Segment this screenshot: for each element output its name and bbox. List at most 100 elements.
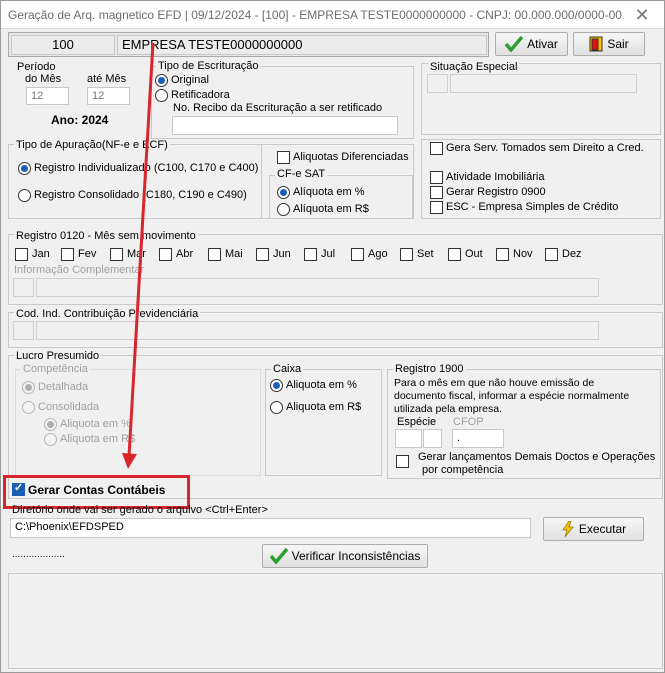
month-checkbox[interactable]	[61, 248, 74, 261]
ano-label: Ano: 2024	[51, 113, 109, 127]
ativar-button[interactable]: Ativar	[495, 32, 568, 56]
gerar-lancamentos-label-1: Gerar lançamentos Demais Doctos e Operaç…	[418, 451, 656, 463]
cfe-percent-radio[interactable]	[277, 186, 290, 199]
exit-door-icon	[589, 36, 603, 52]
company-code-field[interactable]: 100	[11, 35, 115, 55]
month-label: Nov	[513, 248, 533, 260]
detalhada-label: Detalhada	[38, 381, 89, 393]
registro-1900-text-1: Para o mês em que não houve emissão de	[394, 377, 595, 389]
verificar-label: Verificar Inconsistências	[291, 549, 421, 563]
month-label: Fev	[78, 248, 97, 260]
checkmark-icon	[505, 36, 524, 52]
registro-1900-legend: Registro 1900	[393, 363, 466, 375]
retificadora-label: Retificadora	[171, 89, 230, 101]
aliquotas-diferenciadas-label: Aliquotas Diferenciadas	[293, 151, 409, 163]
situacao-code-field[interactable]	[427, 74, 448, 93]
situacao-desc-field[interactable]	[450, 74, 637, 93]
dots-text: ...................	[12, 549, 65, 560]
sair-button[interactable]: Sair	[573, 32, 645, 56]
caixa-reais-radio[interactable]	[270, 401, 283, 414]
month-label: Set	[417, 248, 434, 260]
detalhada-radio[interactable]	[22, 381, 35, 394]
consolidada-radio[interactable]	[22, 401, 35, 414]
lp-reais-radio[interactable]	[44, 433, 57, 446]
company-name-field[interactable]: EMPRESA TESTE0000000000	[117, 35, 487, 55]
competencia-legend: Competência	[21, 363, 90, 375]
lucro-presumido-legend: Lucro Presumido	[14, 350, 102, 362]
especie-input[interactable]	[395, 429, 422, 448]
especie-desc-input[interactable]	[423, 429, 442, 448]
esc-checkbox[interactable]	[430, 201, 443, 214]
gerar-lancamentos-checkbox[interactable]	[396, 455, 409, 468]
month-label: Jan	[32, 248, 50, 260]
gerar-registro-0900-label: Gerar Registro 0900	[446, 186, 546, 198]
month-checkbox[interactable]	[208, 248, 221, 261]
diretorio-input[interactable]: C:\Phoenix\EFDSPED	[10, 518, 531, 538]
gera-serv-label: Gera Serv. Tomados sem Direito a Cred.	[446, 142, 644, 154]
efd-window: Geração de Arq. magnetico EFD | 09/12/20…	[0, 0, 665, 673]
executar-button[interactable]: Executar	[543, 517, 644, 541]
executar-label: Executar	[578, 522, 627, 536]
caixa-reais-label: Aliquota em R$	[286, 401, 362, 413]
month-label: Jul	[321, 248, 336, 260]
periodo-legend: Período	[17, 61, 56, 73]
gerar-lancamentos-label-2: por competência	[422, 464, 504, 476]
cod-ind-code-field[interactable]	[13, 321, 34, 340]
lp-percent-radio[interactable]	[44, 418, 57, 431]
apuracao-divider	[261, 144, 262, 219]
gerar-registro-0900-checkbox[interactable]	[430, 186, 443, 199]
cfe-sat-legend: CF-e SAT	[275, 168, 328, 180]
month-checkbox[interactable]	[256, 248, 269, 261]
verificar-button[interactable]: Verificar Inconsistências	[262, 544, 428, 568]
especie-label: Espécie	[397, 416, 437, 428]
month-label: Abr	[176, 248, 194, 260]
diretorio-label: Diretório onde vai ser gerado o arquivo …	[12, 504, 268, 516]
month-label: Dez	[562, 248, 582, 260]
title-bar: Geração de Arq. magnetico EFD | 09/12/20…	[1, 1, 664, 29]
month-checkbox[interactable]	[448, 248, 461, 261]
info-code-field[interactable]	[13, 278, 34, 297]
cfe-percent-label: Alíquota em %	[293, 186, 365, 198]
registro-1900-text-3: utilizada pela empresa.	[394, 403, 502, 415]
checkmark-icon	[269, 548, 288, 564]
month-checkbox[interactable]	[400, 248, 413, 261]
log-panel	[8, 573, 663, 669]
month-checkbox[interactable]	[351, 248, 364, 261]
esc-label: ESC - Empresa Simples de Crédito	[446, 201, 619, 213]
lightning-icon	[562, 521, 574, 537]
month-checkbox[interactable]	[304, 248, 317, 261]
atividade-imobiliaria-checkbox[interactable]	[430, 171, 443, 184]
month-checkbox[interactable]	[15, 248, 28, 261]
close-icon[interactable]: ✕	[630, 4, 654, 26]
situacao-especial-legend: Situação Especial	[428, 61, 520, 73]
month-label: Ago	[368, 248, 388, 260]
month-checkbox[interactable]	[496, 248, 509, 261]
gera-serv-checkbox[interactable]	[430, 142, 443, 155]
annotation-arrow-icon	[122, 42, 155, 469]
consolidada-label: Consolidada	[38, 401, 100, 413]
month-checkbox[interactable]	[545, 248, 558, 261]
caixa-percent-label: Aliquota em %	[286, 379, 357, 391]
month-label: Mai	[225, 248, 243, 260]
ativar-label: Ativar	[527, 37, 558, 51]
gerar-contas-checkbox[interactable]	[12, 481, 25, 496]
do-mes-input[interactable]: 12	[26, 87, 69, 105]
individualizado-radio[interactable]	[18, 162, 31, 175]
aliquotas-diferenciadas-checkbox[interactable]	[277, 151, 290, 164]
atividade-imobiliaria-label: Atividade Imobiliária	[446, 171, 545, 183]
tipo-escrituracao-legend: Tipo de Escrituração	[156, 60, 261, 72]
caixa-legend: Caixa	[271, 363, 304, 375]
month-label: Out	[465, 248, 483, 260]
caixa-percent-radio[interactable]	[270, 379, 283, 392]
cod-ind-legend: Cod. Ind. Contribuição Previdenciária	[14, 308, 201, 320]
window-title: Geração de Arq. magnetico EFD | 09/12/20…	[8, 8, 622, 22]
month-label: Jun	[273, 248, 291, 260]
original-label: Original	[171, 74, 209, 86]
gerar-contas-label: Gerar Contas Contábeis	[28, 483, 166, 497]
recibo-input[interactable]	[172, 116, 398, 135]
cfe-reais-radio[interactable]	[277, 203, 290, 216]
sair-label: Sair	[607, 37, 629, 51]
cfop-label: CFOP	[453, 416, 484, 428]
consolidado-radio[interactable]	[18, 189, 31, 202]
cfop-input[interactable]: .	[452, 429, 504, 448]
